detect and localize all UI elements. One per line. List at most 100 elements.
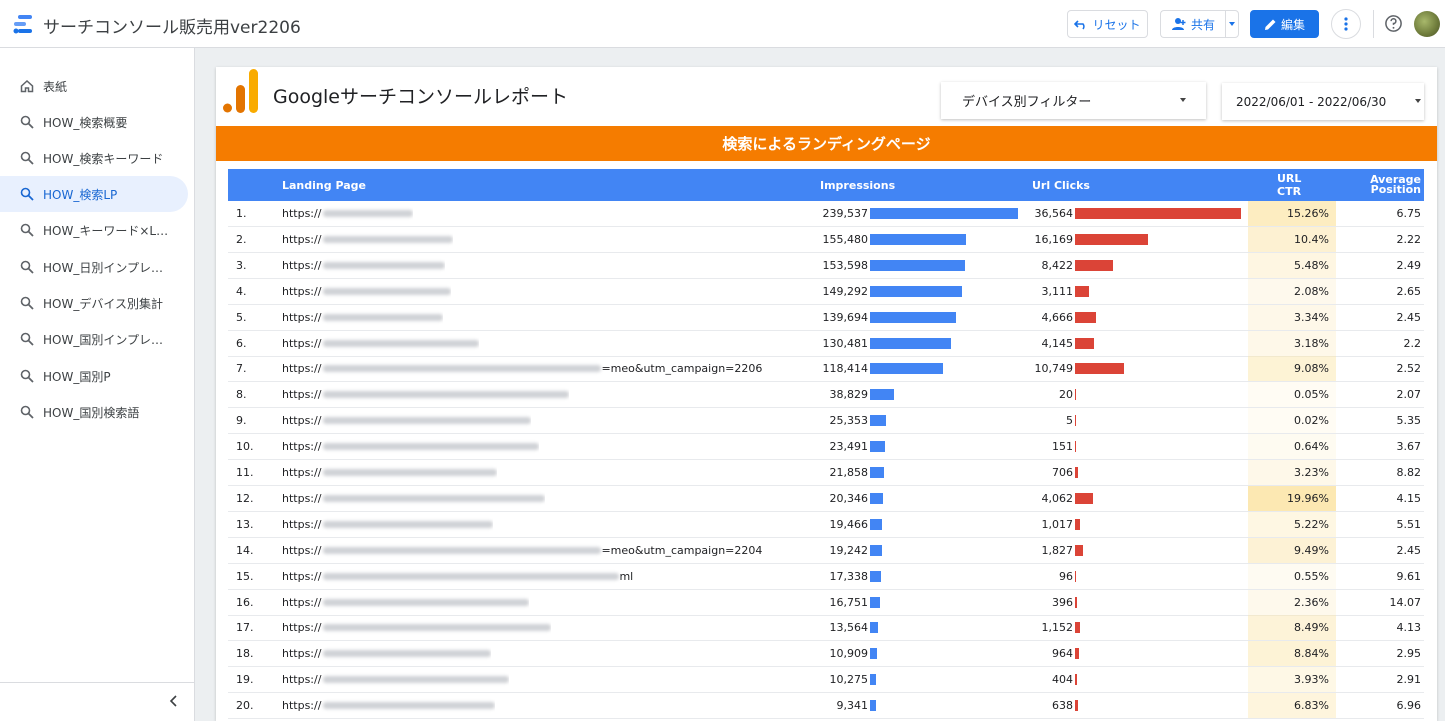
search-icon — [20, 151, 34, 165]
table-row[interactable]: 14. https:// =meo&utm_campaign=2204 19,242 1… — [228, 537, 1424, 564]
table-row[interactable]: 10. https:// 23,491 151 0.64% 3.67 — [228, 434, 1424, 461]
share-button[interactable]: 共有 — [1160, 10, 1225, 38]
url-clicks-bar — [1075, 363, 1124, 375]
sidebar-page-item[interactable]: 表紙 — [0, 68, 188, 104]
sidebar-page-item[interactable]: HOW_デバイス別集計 — [0, 285, 188, 321]
column-header-average-position[interactable]: Average Position — [1356, 169, 1421, 201]
average-position-value: 2.45 — [1396, 310, 1422, 324]
landing-page-url[interactable]: https:// — [282, 615, 552, 640]
landing-page-url[interactable]: https:// — [282, 253, 446, 278]
table-row[interactable]: 4. https:// 149,292 3,111 2.08% 2.65 — [228, 278, 1424, 305]
undo-icon — [1074, 20, 1086, 30]
url-prefix: https:// — [282, 673, 322, 687]
edit-button[interactable]: 編集 — [1250, 10, 1319, 38]
landing-page-url[interactable]: https:// — [282, 641, 492, 666]
sidebar-page-item[interactable]: HOW_日別インプレッシ... — [0, 249, 188, 285]
sidebar-page-item[interactable]: HOW_国別検索語 — [0, 394, 188, 430]
sidebar-page-item[interactable]: HOW_国別インプレッシ... — [0, 321, 188, 357]
sidebar-page-item[interactable]: HOW_キーワード×LP集計 — [0, 212, 188, 248]
column-header-url-ctr[interactable]: URL CTR — [1277, 169, 1329, 201]
device-filter-dropdown[interactable]: デバイス別フィルター — [941, 82, 1206, 119]
url-ctr-value: 3.93% — [1248, 667, 1336, 693]
impressions-bar — [870, 311, 956, 323]
reset-button[interactable]: リセット — [1067, 10, 1148, 38]
page-navigation: 表紙 HOW_検索概要 HOW_検索キーワード HOW_検索LP HOW_キーワード×L… — [0, 48, 195, 721]
help-icon[interactable] — [1384, 14, 1403, 33]
average-position-value: 2.45 — [1396, 543, 1422, 557]
column-header-landing-page[interactable]: Landing Page — [282, 169, 366, 201]
table-row[interactable]: 13. https:// 19,466 1,017 5.22% 5.51 — [228, 511, 1424, 538]
landing-page-url[interactable]: https:// — [282, 667, 510, 692]
url-clicks-bar — [1075, 544, 1083, 556]
table-row[interactable]: 9. https:// 25,353 5 0.02% 5.35 — [228, 408, 1424, 435]
landing-page-url[interactable]: https:// — [282, 408, 532, 433]
landing-page-url[interactable]: https:// — [282, 201, 414, 226]
looker-studio-logo-icon[interactable] — [12, 13, 34, 35]
landing-page-url[interactable]: https:// — [282, 227, 454, 252]
more-options-button[interactable] — [1331, 9, 1361, 39]
landing-page-url[interactable]: https:// =meo&utm_campaign=2204 — [282, 538, 762, 563]
landing-page-url[interactable]: https:// — [282, 590, 530, 615]
redacted-url-blur — [323, 261, 446, 269]
table-row[interactable]: 15. https:// ml 17,338 96 0.55% 9.61 — [228, 563, 1424, 590]
landing-page-url[interactable]: https:// — [282, 486, 546, 511]
table-row[interactable]: 5. https:// 139,694 4,666 3.34% 2.45 — [228, 304, 1424, 331]
search-icon — [20, 187, 34, 201]
sidebar-item-label: HOW_検索概要 — [43, 115, 128, 130]
table-row[interactable]: 20. https:// 9,341 638 6.83% 6.96 — [228, 693, 1424, 720]
average-position-value: 6.75 — [1396, 207, 1422, 220]
average-position-value: 4.13 — [1396, 621, 1422, 635]
sidebar-page-item[interactable]: HOW_検索キーワード — [0, 140, 188, 176]
landing-page-url[interactable]: https:// ml — [282, 564, 633, 589]
column-header-impressions[interactable]: Impressions — [820, 169, 895, 201]
landing-page-url[interactable]: https:// — [282, 434, 540, 459]
report-title: Googleサーチコンソールレポート — [273, 86, 569, 108]
url-clicks-value: 1,152 — [1041, 621, 1074, 635]
landing-page-url[interactable]: https:// — [282, 512, 494, 537]
url-prefix: https:// — [282, 284, 322, 298]
table-row[interactable]: 1. https:// 239,537 36,564 15.26% 6.75 — [228, 201, 1424, 227]
report-name[interactable]: サーチコンソール販売用ver2206 — [43, 13, 301, 38]
url-prefix: https:// — [282, 258, 322, 272]
table-header: Landing Page Impressions Url Clicks URL … — [228, 169, 1424, 201]
table-row[interactable]: 7. https:// =meo&utm_campaign=2206 118,414 1… — [228, 356, 1424, 383]
landing-page-url[interactable]: https:// — [282, 460, 498, 485]
sidebar-page-item[interactable]: HOW_国別P — [0, 358, 188, 394]
landing-page-url[interactable]: https:// — [282, 693, 496, 718]
sidebar-page-item[interactable]: HOW_検索LP — [0, 176, 188, 212]
collapse-sidebar-button[interactable] — [166, 693, 182, 709]
share-dropdown-button[interactable] — [1225, 10, 1239, 38]
landing-page-url[interactable]: https:// — [282, 305, 444, 330]
url-clicks-value: 96 — [1059, 569, 1073, 583]
table-row[interactable]: 2. https:// 155,480 16,169 10.4% 2.22 — [228, 226, 1424, 253]
url-clicks-bar — [1075, 337, 1094, 349]
add-person-icon — [1171, 18, 1186, 30]
impressions-value: 25,353 — [829, 414, 869, 428]
user-avatar[interactable] — [1414, 11, 1440, 37]
impressions-bar — [870, 467, 884, 478]
date-range-picker[interactable]: 2022/06/01 - 2022/06/30 — [1222, 83, 1424, 120]
table-row[interactable]: 18. https:// 10,909 964 8.84% 2.95 — [228, 641, 1424, 668]
table-row[interactable]: 12. https:// 20,346 4,062 19.96% 4.15 — [228, 485, 1424, 512]
column-header-url-clicks[interactable]: Url Clicks — [1032, 169, 1090, 201]
url-ctr-value: 2.08% — [1248, 278, 1336, 304]
table-row[interactable]: 3. https:// 153,598 8,422 5.48% 2.49 — [228, 252, 1424, 279]
table-row[interactable]: 6. https:// 130,481 4,145 3.18% 2.2 — [228, 330, 1424, 357]
url-suffix: ml — [619, 569, 634, 583]
table-row[interactable]: 19. https:// 10,275 404 3.93% 2.91 — [228, 667, 1424, 694]
table-row[interactable]: 11. https:// 21,858 706 3.23% 8.82 — [228, 460, 1424, 486]
url-clicks-value: 8,422 — [1041, 258, 1074, 272]
url-clicks-bar — [1075, 467, 1078, 478]
landing-page-url[interactable]: https:// — [282, 331, 480, 356]
table-row[interactable]: 17. https:// 13,564 1,152 8.49% 4.13 — [228, 615, 1424, 642]
row-index: 18. — [236, 647, 254, 661]
url-clicks-value: 1,017 — [1041, 517, 1074, 531]
landing-page-url[interactable]: https:// — [282, 382, 570, 407]
sidebar-page-item[interactable]: HOW_検索概要 — [0, 104, 188, 140]
landing-page-url[interactable]: https:// — [282, 279, 452, 304]
table-row[interactable]: 8. https:// 38,829 20 0.05% 2.07 — [228, 382, 1424, 409]
url-ctr-value: 0.64% — [1248, 434, 1336, 460]
landing-page-url[interactable]: https:// =meo&utm_campaign=2206 — [282, 356, 762, 381]
url-ctr-value: 19.96% — [1248, 485, 1336, 511]
table-row[interactable]: 16. https:// 16,751 396 2.36% 14.07 — [228, 589, 1424, 616]
